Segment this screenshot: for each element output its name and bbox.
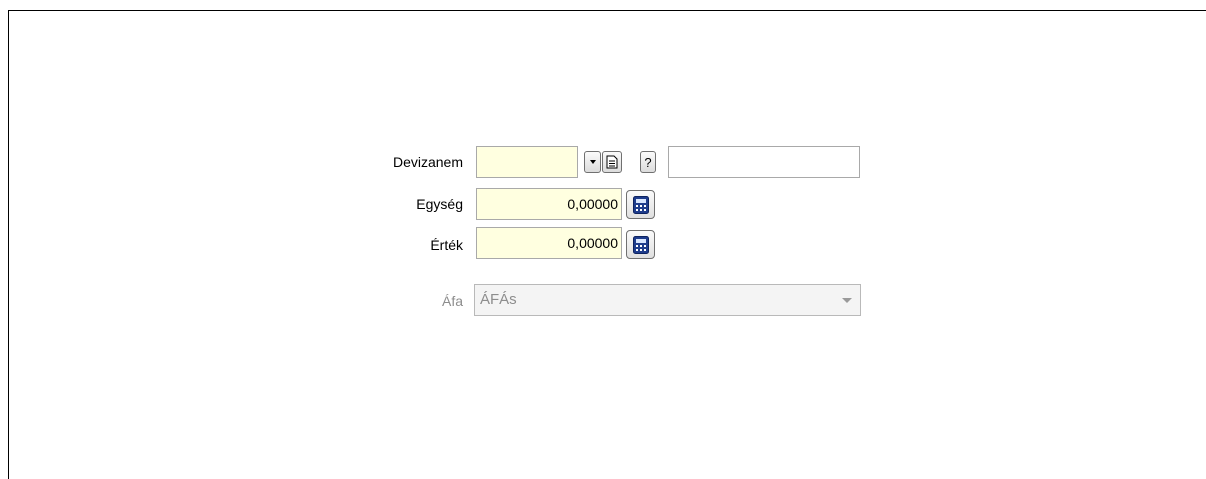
devizanem-dropdown-button[interactable]: [584, 151, 601, 173]
devizanem-name-field[interactable]: [668, 146, 860, 178]
ertek-input[interactable]: 0,00000: [476, 227, 622, 259]
chevron-down-icon: [842, 298, 852, 303]
ertek-calculator-button[interactable]: [626, 230, 655, 259]
afa-select-value: ÁFÁs: [480, 291, 517, 308]
afa-label: Áfa: [441, 293, 463, 309]
devizanem-document-button[interactable]: [602, 151, 622, 173]
afa-select[interactable]: ÁFÁs: [474, 284, 861, 316]
dropdown-arrow-icon: [589, 160, 596, 164]
egyseg-label: Egység: [416, 196, 463, 212]
devizanem-label: Devizanem: [392, 154, 463, 170]
document-icon: [606, 155, 618, 169]
devizanem-input[interactable]: [476, 146, 578, 178]
egyseg-calculator-button[interactable]: [626, 190, 655, 219]
devizanem-help-button[interactable]: ?: [640, 151, 656, 173]
calculator-icon: [632, 235, 649, 254]
calculator-icon: [632, 195, 649, 214]
egyseg-input[interactable]: 0,00000: [476, 188, 622, 220]
ertek-label: Érték: [430, 237, 463, 253]
